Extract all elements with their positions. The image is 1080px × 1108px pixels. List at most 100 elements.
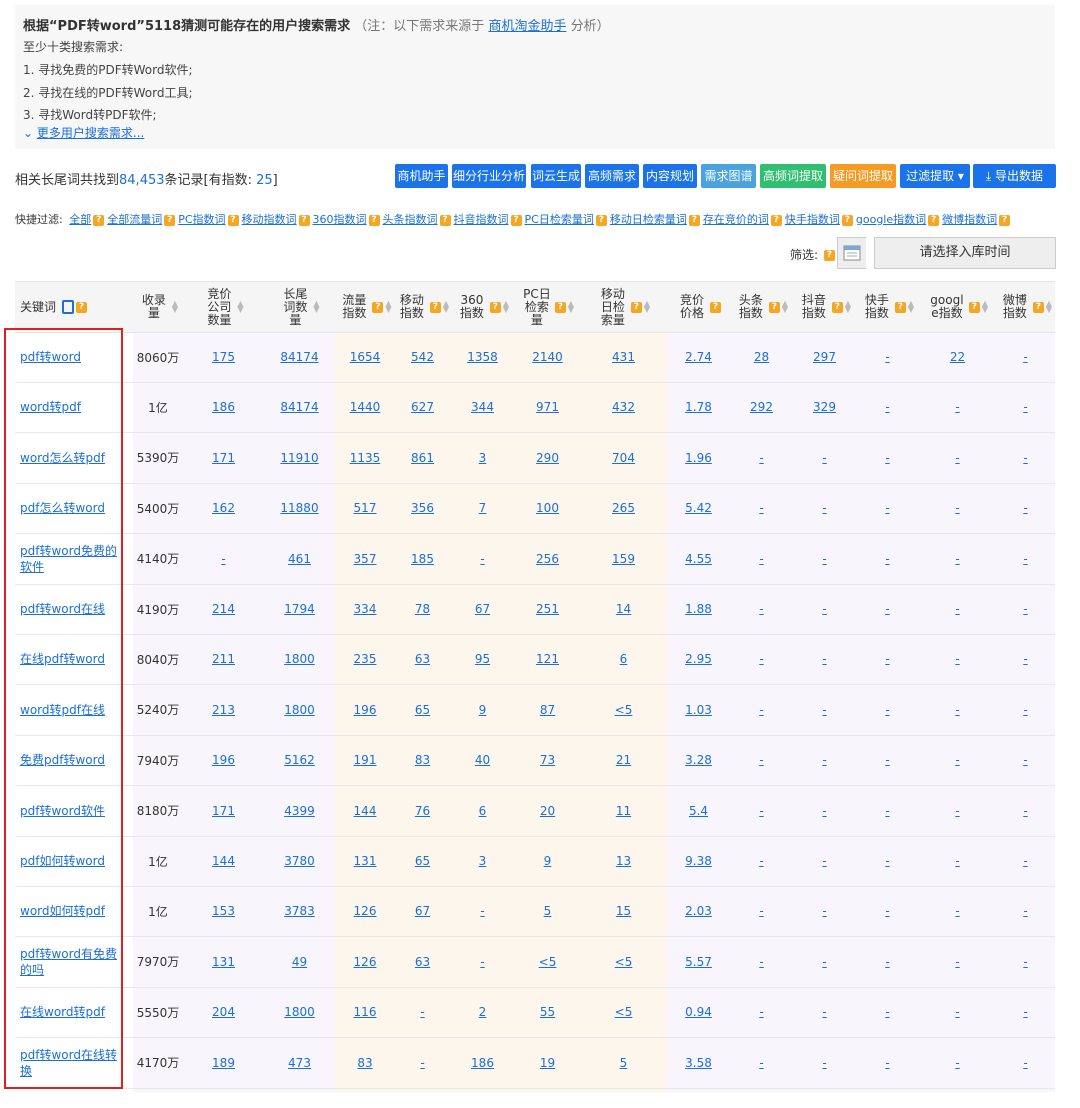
metric-link[interactable]: 83: [357, 1056, 372, 1070]
help-icon[interactable]: ?: [595, 214, 607, 226]
sort-icon[interactable]: ▲ ▼: [845, 300, 851, 314]
metric-link[interactable]: 189: [212, 1056, 235, 1070]
metric-link[interactable]: 4.55: [685, 552, 712, 566]
metric-link[interactable]: 14: [616, 602, 631, 616]
metric-link[interactable]: -: [955, 703, 959, 717]
metric-link[interactable]: 20: [540, 804, 555, 818]
metric-link[interactable]: 131: [212, 955, 235, 969]
quick-filter-item[interactable]: PC指数词: [178, 213, 225, 226]
help-icon[interactable]: ?: [770, 214, 782, 226]
metric-link[interactable]: 971: [536, 400, 559, 414]
sort-icon[interactable]: ▲ ▼: [385, 300, 391, 314]
metric-link[interactable]: -: [955, 854, 959, 868]
metric-link[interactable]: <5: [615, 955, 633, 969]
metric-link[interactable]: -: [1023, 955, 1027, 969]
help-icon[interactable]: ?: [894, 301, 906, 313]
help-icon[interactable]: ?: [164, 214, 176, 226]
metric-link[interactable]: -: [759, 955, 763, 969]
metric-link[interactable]: 356: [411, 501, 434, 515]
metric-link[interactable]: 5.42: [685, 501, 712, 515]
sort-icon[interactable]: ▲ ▼: [1046, 300, 1052, 314]
metric-link[interactable]: -: [885, 955, 889, 969]
toolbar-button[interactable]: 过滤提取 ▾: [900, 164, 970, 188]
metric-link[interactable]: 256: [536, 552, 559, 566]
metric-link[interactable]: -: [480, 904, 484, 918]
metric-link[interactable]: -: [822, 955, 826, 969]
metric-link[interactable]: -: [955, 400, 959, 414]
column-header[interactable]: google指数? ▲ ▼: [919, 282, 996, 332]
help-icon[interactable]: ?: [823, 250, 835, 261]
metric-link[interactable]: -: [1023, 552, 1027, 566]
sort-icon[interactable]: ▲ ▼: [503, 300, 509, 314]
metric-link[interactable]: 100: [536, 501, 559, 515]
metric-link[interactable]: 2.74: [685, 350, 712, 364]
help-icon[interactable]: ?: [227, 214, 239, 226]
metric-link[interactable]: 1440: [350, 400, 381, 414]
column-header[interactable]: 头条指数? ▲ ▼: [730, 282, 793, 332]
metric-link[interactable]: 431: [612, 350, 635, 364]
metric-link[interactable]: 251: [536, 602, 559, 616]
metric-link[interactable]: -: [885, 652, 889, 666]
column-header[interactable]: 微博指数? ▲ ▼: [996, 282, 1055, 332]
metric-link[interactable]: 1.03: [685, 703, 712, 717]
metric-link[interactable]: 5162: [284, 753, 315, 767]
metric-link[interactable]: -: [822, 804, 826, 818]
help-icon[interactable]: ?: [630, 301, 642, 313]
help-icon[interactable]: ?: [1032, 301, 1044, 313]
metric-link[interactable]: -: [885, 400, 889, 414]
metric-link[interactable]: -: [1023, 854, 1027, 868]
metric-link[interactable]: -: [822, 552, 826, 566]
metric-link[interactable]: <5: [615, 1005, 633, 1019]
metric-link[interactable]: -: [759, 451, 763, 465]
metric-link[interactable]: 461: [288, 552, 311, 566]
metric-link[interactable]: -: [885, 350, 889, 364]
metric-link[interactable]: 126: [354, 955, 377, 969]
metric-link[interactable]: <5: [539, 955, 557, 969]
metric-link[interactable]: -: [759, 602, 763, 616]
metric-link[interactable]: 1135: [350, 451, 381, 465]
help-icon[interactable]: ?: [439, 214, 451, 226]
metric-link[interactable]: -: [1023, 904, 1027, 918]
metric-link[interactable]: 357: [354, 552, 377, 566]
metric-link[interactable]: 211: [212, 652, 235, 666]
metric-link[interactable]: -: [1023, 451, 1027, 465]
help-icon[interactable]: ?: [76, 301, 88, 313]
metric-link[interactable]: 13: [616, 854, 631, 868]
metric-link[interactable]: 78: [415, 602, 430, 616]
metric-link[interactable]: 1358: [467, 350, 498, 364]
metric-link[interactable]: 65: [415, 854, 430, 868]
metric-link[interactable]: 5: [620, 1056, 628, 1070]
metric-link[interactable]: -: [1023, 652, 1027, 666]
toolbar-button[interactable]: 疑问词提取: [830, 164, 896, 188]
metric-link[interactable]: 214: [212, 602, 235, 616]
metric-link[interactable]: -: [759, 1056, 763, 1070]
metric-link[interactable]: 432: [612, 400, 635, 414]
metric-link[interactable]: 196: [212, 753, 235, 767]
quick-filter-item[interactable]: 全部: [69, 213, 91, 226]
column-header[interactable]: 长尾词数量 ▲ ▼: [264, 282, 335, 332]
metric-link[interactable]: 22: [950, 350, 965, 364]
metric-link[interactable]: 1800: [284, 652, 315, 666]
metric-link[interactable]: 185: [411, 552, 434, 566]
column-header[interactable]: 移动日检索量? ▲ ▼: [580, 282, 667, 332]
help-icon[interactable]: ?: [688, 214, 700, 226]
metric-link[interactable]: 191: [354, 753, 377, 767]
metric-link[interactable]: 3780: [284, 854, 315, 868]
quick-filter-item[interactable]: 快手指数词: [785, 213, 840, 226]
metric-link[interactable]: -: [885, 703, 889, 717]
column-header[interactable]: 流量指数? ▲ ▼: [335, 282, 395, 332]
metric-link[interactable]: 344: [471, 400, 494, 414]
metric-link[interactable]: 292: [750, 400, 773, 414]
metric-link[interactable]: 1800: [284, 1005, 315, 1019]
column-header[interactable]: 收录量 ▲ ▼: [133, 282, 183, 332]
metric-link[interactable]: 6: [479, 804, 487, 818]
more-demands-link[interactable]: ⌄ 更多用户搜索需求...: [23, 124, 144, 141]
metric-link[interactable]: 186: [212, 400, 235, 414]
help-icon[interactable]: ?: [93, 214, 105, 226]
metric-link[interactable]: 1.88: [685, 602, 712, 616]
quick-filter-item[interactable]: 头条指数词: [383, 213, 438, 226]
metric-link[interactable]: 3: [479, 451, 487, 465]
sort-icon[interactable]: ▲ ▼: [908, 300, 914, 314]
metric-link[interactable]: 2.95: [685, 652, 712, 666]
help-icon[interactable]: ?: [298, 214, 310, 226]
